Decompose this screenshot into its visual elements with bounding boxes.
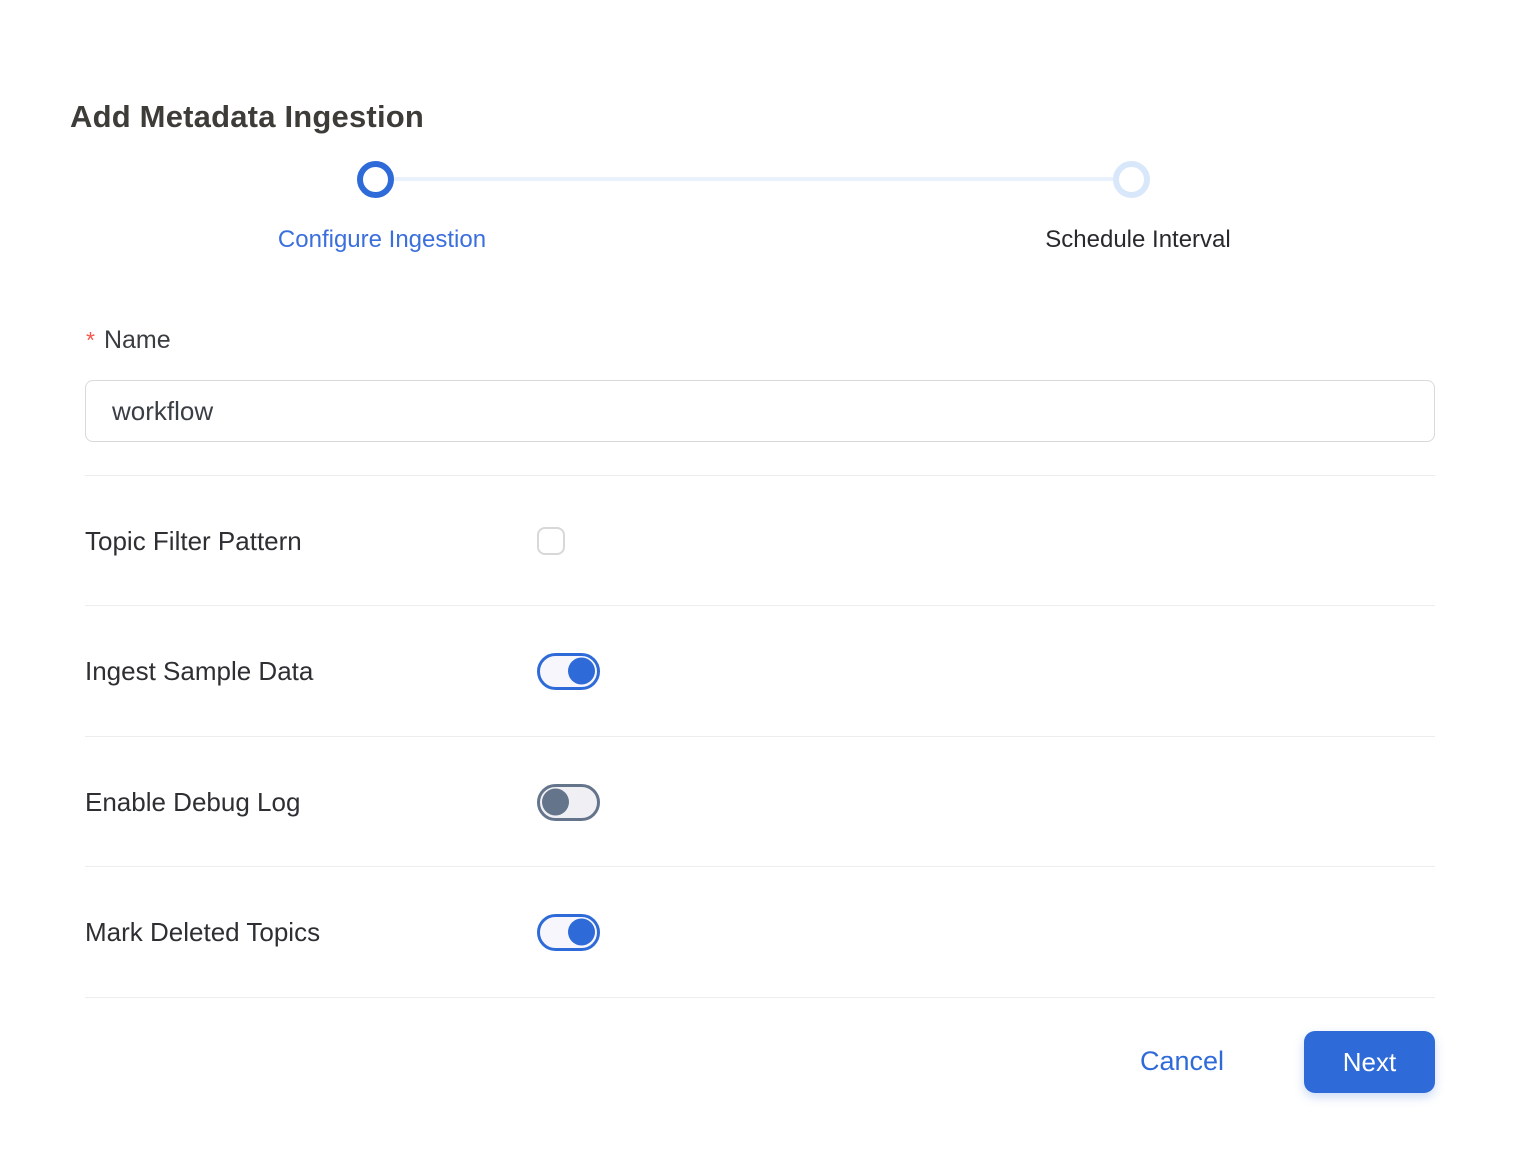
mark-deleted-topics-label: Mark Deleted Topics — [85, 917, 537, 948]
option-row-mark-deleted-topics: Mark Deleted Topics — [85, 867, 1435, 997]
option-row-topic-filter-pattern: Topic Filter Pattern — [85, 476, 1435, 606]
required-asterisk: * — [86, 327, 95, 353]
name-field-label-text: Name — [104, 326, 171, 354]
ingest-sample-data-label: Ingest Sample Data — [85, 656, 537, 687]
enable-debug-log-label: Enable Debug Log — [85, 787, 537, 818]
topic-filter-pattern-label: Topic Filter Pattern — [85, 526, 537, 557]
name-input[interactable] — [85, 380, 1435, 442]
topic-filter-pattern-checkbox[interactable] — [537, 527, 565, 555]
page-title: Add Metadata Ingestion — [70, 99, 424, 135]
cancel-button[interactable]: Cancel — [1140, 1046, 1224, 1077]
toggle-knob — [568, 919, 595, 946]
toggle-knob — [542, 789, 569, 816]
option-row-ingest-sample-data: Ingest Sample Data — [85, 606, 1435, 736]
toggle-knob — [568, 658, 595, 685]
enable-debug-log-toggle[interactable] — [537, 784, 600, 821]
name-field-label: * Name — [86, 326, 171, 355]
step-label-configure-ingestion[interactable]: Configure Ingestion — [278, 226, 486, 254]
option-row-enable-debug-log: Enable Debug Log — [85, 737, 1435, 867]
mark-deleted-topics-toggle[interactable] — [537, 914, 600, 951]
step-label-schedule-interval[interactable]: Schedule Interval — [1045, 226, 1230, 254]
divider — [85, 997, 1435, 998]
step-circle-configure-ingestion[interactable] — [357, 161, 394, 198]
ingest-sample-data-toggle[interactable] — [537, 653, 600, 690]
add-metadata-ingestion-page: Add Metadata Ingestion Configure Ingesti… — [0, 0, 1518, 1164]
next-button[interactable]: Next — [1304, 1031, 1435, 1093]
step-circle-schedule-interval[interactable] — [1113, 161, 1150, 198]
stepper-connector-line — [394, 177, 1114, 181]
